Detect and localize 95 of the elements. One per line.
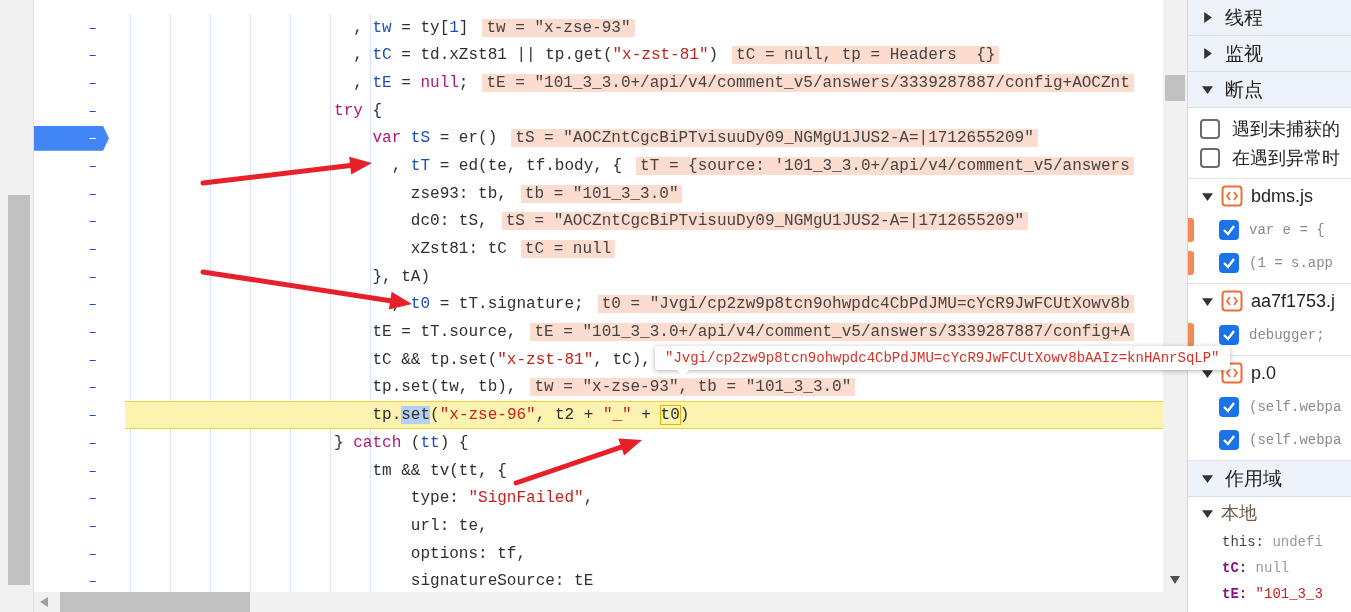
code-line: , tT = ed(te, tf.body, { xyxy=(391,156,623,175)
variable-value: "101_3_3 xyxy=(1255,586,1323,602)
variable-name: tE: xyxy=(1222,586,1248,602)
code-line: }, tA) xyxy=(372,267,431,286)
line-marker[interactable]: – xyxy=(34,513,109,539)
section-header[interactable]: 监视 xyxy=(1188,36,1351,72)
scope-title[interactable]: 本地 xyxy=(1221,501,1257,525)
code-line: var tS = er() xyxy=(372,129,498,148)
file-icon xyxy=(1221,290,1243,312)
caret-icon xyxy=(1202,473,1213,484)
section-header[interactable]: 线程 xyxy=(1188,0,1351,36)
line-marker[interactable]: – xyxy=(34,458,109,484)
variable-name: this: xyxy=(1222,534,1264,550)
line-marker[interactable]: – xyxy=(34,347,109,373)
code-line: tp.set("x-zse-96", t2 + "_" + t0) xyxy=(372,406,690,425)
line-marker[interactable]: – xyxy=(34,264,109,290)
line-marker[interactable]: – xyxy=(34,485,109,511)
code-line: dc0: tS, xyxy=(410,212,488,231)
inline-value: t0 = "Jvgi/cp2zw9p8tcn9ohwpdc4CbPdJMU=cYcR9JwFCUtXowv8b xyxy=(597,295,1134,314)
code-line: try { xyxy=(334,101,383,120)
line-marker[interactable]: – xyxy=(34,153,109,179)
code-line: zse93: tb, xyxy=(410,184,507,203)
code-line: tC && tp.set("x-zst-81", tC), xyxy=(372,350,651,369)
code-line: , tw = ty[1] xyxy=(353,18,469,37)
code-line: type: "SignFailed", xyxy=(410,489,594,508)
checkbox[interactable] xyxy=(1219,219,1239,240)
breakpoint-code[interactable]: (self.webpa xyxy=(1249,431,1342,448)
section-header[interactable]: 断点 xyxy=(1188,72,1351,108)
checkbox[interactable] xyxy=(1219,396,1239,417)
code-line: tp.set(tw, tb), xyxy=(372,378,517,397)
inline-value: tE = "101_3_3.0+/api/v4/comment_v5/answers/3339287887/config+A xyxy=(530,323,1134,342)
code-line: options: tf, xyxy=(410,544,527,563)
file-name[interactable]: p.0 xyxy=(1251,362,1277,384)
checkbox[interactable] xyxy=(1219,429,1239,450)
line-marker[interactable]: – xyxy=(34,42,109,68)
breakpoint-code[interactable]: var e = { xyxy=(1249,221,1325,238)
inline-value: tS = "AOCZntCgcBiPTvisuuDy09_NGMgU1JUS2-A=|1712655209" xyxy=(511,129,1038,148)
code-line: , tC = td.xZst81 || tp.get("x-zst-81") xyxy=(353,46,719,65)
caret-icon xyxy=(1202,295,1213,307)
line-marker[interactable]: – xyxy=(34,181,109,207)
scroll-down-icon[interactable] xyxy=(1170,576,1180,584)
line-marker[interactable]: – xyxy=(34,98,109,124)
checkbox[interactable] xyxy=(1219,324,1239,345)
checkbox[interactable] xyxy=(1200,118,1220,139)
code-line: tE = tT.source, xyxy=(372,323,517,342)
inline-value: tE = "101_3_3.0+/api/v4/comment_v5/answers/3339287887/config+AOCZnt xyxy=(482,73,1134,92)
file-name[interactable]: aa7f1753.j xyxy=(1251,290,1336,312)
code-line: tm && tv(tt, { xyxy=(372,461,507,480)
file-name[interactable]: bdms.js xyxy=(1251,185,1313,207)
inline-value: tS = "AOCZntCgcBiPTvisuuDy09_NGMgU1JUS2-A=|1712655209" xyxy=(501,212,1029,231)
line-marker[interactable]: – xyxy=(34,374,109,400)
inline-value: tC = null xyxy=(520,240,616,259)
caret-icon xyxy=(1202,507,1213,519)
checkbox[interactable] xyxy=(1219,252,1239,273)
line-marker[interactable]: – xyxy=(34,291,109,317)
inline-value: tT = {source: '101_3_3.0+/api/v4/comment_v5/answers xyxy=(636,156,1134,175)
variable-name: tC: xyxy=(1222,560,1248,576)
scrollbar-thumb[interactable] xyxy=(60,592,250,612)
breakpoint-code[interactable]: (1 = s.app xyxy=(1249,254,1333,271)
line-marker[interactable]: – xyxy=(34,319,109,345)
caret-icon xyxy=(1202,84,1213,95)
inline-value: tw = "x-zse-93" xyxy=(482,18,635,37)
code-line: xZst81: tC xyxy=(410,240,507,259)
code-line: signatureSource: tE xyxy=(410,572,594,591)
caret-icon xyxy=(1202,48,1213,59)
line-marker[interactable]: – xyxy=(34,70,109,96)
line-marker[interactable]: – xyxy=(34,430,109,456)
scroll-left-icon[interactable] xyxy=(40,597,48,607)
line-marker[interactable]: – xyxy=(34,541,109,567)
scrollbar-thumb[interactable] xyxy=(1165,75,1185,101)
inline-value: tb = "101_3_3.0" xyxy=(520,184,683,203)
inline-value: tC = null, tp = Headers {} xyxy=(732,46,1000,65)
code-line: } catch (tt) { xyxy=(334,433,469,452)
line-marker[interactable]: – xyxy=(34,236,109,262)
file-icon xyxy=(1221,185,1243,207)
caret-icon xyxy=(1202,190,1213,202)
checkbox[interactable] xyxy=(1200,147,1220,168)
line-marker[interactable]: – xyxy=(34,402,109,428)
execution-marker[interactable]: – xyxy=(34,125,109,151)
checkbox-label: 遇到未捕获的 xyxy=(1232,117,1340,141)
breakpoint-code[interactable]: debugger; xyxy=(1249,326,1325,343)
code-line: url: te, xyxy=(410,516,488,535)
line-marker[interactable]: – xyxy=(34,208,109,234)
checkbox-label: 在遇到异常时 xyxy=(1232,146,1340,170)
caret-icon xyxy=(1202,12,1213,23)
variable-value: undefi xyxy=(1272,534,1323,550)
breakpoint-code[interactable]: (self.webpa xyxy=(1249,398,1342,415)
scrollbar-thumb[interactable] xyxy=(8,195,30,585)
inline-value: tw = "x-zse-93", tb = "101_3_3.0" xyxy=(530,378,856,397)
code-line: , tE = null; xyxy=(353,73,469,92)
section-header[interactable]: 作用域 xyxy=(1188,461,1351,497)
line-marker[interactable]: – xyxy=(34,15,109,41)
variable-value: null xyxy=(1255,560,1290,576)
caret-icon xyxy=(1202,367,1213,379)
line-marker[interactable]: – xyxy=(34,568,109,592)
